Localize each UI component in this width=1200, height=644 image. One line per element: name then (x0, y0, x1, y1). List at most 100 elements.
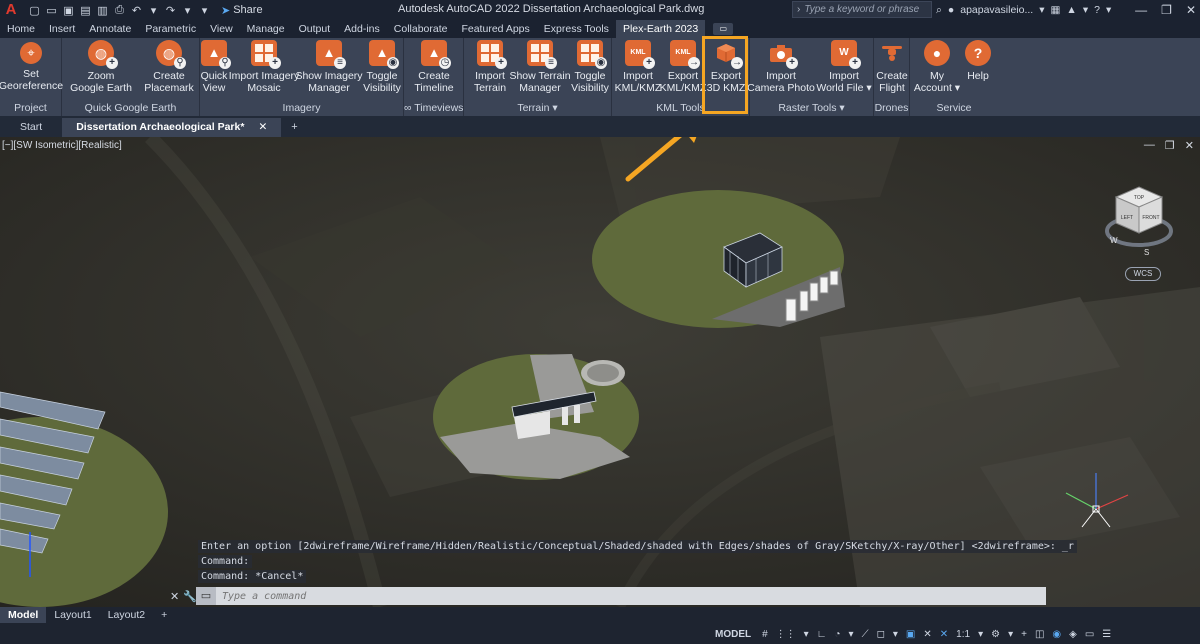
annotation-autoscale-icon[interactable]: ✕ (940, 629, 948, 640)
import-terrain-button[interactable]: + Import Terrain (472, 40, 508, 94)
add-annotation-icon[interactable]: + (1021, 629, 1027, 640)
layout-tab-layout1[interactable]: Layout1 (46, 607, 99, 623)
create-placemark-button[interactable]: ◍ ⚲ Create Placemark (140, 40, 198, 94)
quick-properties-icon[interactable]: ◉ (1052, 629, 1061, 640)
minimize-icon[interactable]: — (1135, 3, 1147, 17)
save-icon[interactable]: ▣ (60, 2, 77, 18)
add-layout-button[interactable]: + (153, 607, 175, 623)
viewport-controls-label[interactable]: [−][SW Isometric][Realistic] (2, 140, 122, 151)
osnap-dropdown-icon[interactable]: ▾ (893, 629, 898, 640)
layout-tab-layout2[interactable]: Layout2 (100, 607, 153, 623)
help-dropdown-icon[interactable]: ▾ (1106, 4, 1111, 16)
panel-title-drones[interactable]: Drones (874, 102, 909, 114)
panel-title-raster-tools[interactable]: Raster Tools ▾ (750, 102, 873, 114)
layout-tab-model[interactable]: Model (0, 607, 47, 623)
undo-dropdown-icon[interactable]: ▾ (145, 2, 162, 18)
save-as-icon[interactable]: ▤ (77, 2, 94, 18)
imagery-toggle-visibility-button[interactable]: ▲ ◉ Toggle Visibility (362, 40, 402, 94)
doc-tab-drawing[interactable]: Dissertation Archaeological Park* ✕ (62, 118, 282, 137)
search-icon[interactable]: ⌕ (936, 4, 942, 17)
isolate-objects-icon[interactable]: ◈ (1069, 629, 1077, 640)
site-upper[interactable] (592, 190, 845, 328)
help-icon-title[interactable]: ? (1094, 4, 1100, 16)
set-georeference-button[interactable]: ⌖ Set Georeference (0, 40, 63, 92)
workspace-gear-icon[interactable]: ⚙ (991, 629, 1000, 640)
tab-output[interactable]: Output (292, 20, 338, 38)
ribbon-minimize-toggle[interactable]: ▭ (713, 23, 734, 35)
polar-dropdown-icon[interactable]: ▾ (849, 629, 854, 640)
user-dropdown-icon[interactable]: ▾ (1039, 4, 1044, 16)
viewcube[interactable]: TOP LEFT FRONT S W (1104, 181, 1174, 264)
tab-parametric[interactable]: Parametric (138, 20, 203, 38)
site-lower[interactable] (433, 354, 639, 480)
import-kml-kmz-button[interactable]: KML + Import KML/KMZ (615, 40, 661, 94)
panel-title-project[interactable]: Project (0, 102, 61, 114)
viewport-close-icon[interactable]: ✕ (1185, 139, 1194, 152)
zoom-google-earth-button[interactable]: ◍ + Zoom Google Earth (68, 40, 134, 94)
polar-icon[interactable]: ◔ (835, 629, 841, 640)
user-name[interactable]: apapavasileio... (960, 4, 1033, 16)
viewport-restore-icon[interactable]: ❐ (1165, 139, 1175, 152)
share-button[interactable]: ➤ Share (221, 4, 263, 17)
panel-title-service[interactable]: Service (910, 102, 998, 114)
selection-cycling-icon[interactable]: ▣ (906, 629, 915, 640)
autodesk-a360-icon[interactable]: ▲ (1066, 4, 1076, 16)
workspace-dropdown-icon[interactable]: ▾ (1008, 629, 1013, 640)
panel-title-quick-google-earth[interactable]: Quick Google Earth (62, 102, 199, 114)
redo-dropdown-icon[interactable]: ▾ (179, 2, 196, 18)
close-tab-icon[interactable]: ✕ (258, 118, 267, 137)
snap-icon[interactable]: ⋮⋮ (776, 629, 796, 640)
autocad-logo-icon[interactable]: A (0, 0, 22, 20)
close-icon[interactable]: ✕ (1186, 3, 1196, 17)
isodraft-icon[interactable]: ⟋ (862, 629, 869, 640)
tab-insert[interactable]: Insert (42, 20, 82, 38)
user-icon[interactable]: ● (948, 4, 954, 16)
ortho-icon[interactable]: ∟ (817, 629, 827, 640)
customize-qat-icon[interactable]: ▾ (196, 2, 213, 18)
annotation-scale-dropdown-icon[interactable]: ▾ (978, 629, 983, 640)
import-world-file-button[interactable]: W + Import World File ▾ (816, 40, 872, 94)
tab-collaborate[interactable]: Collaborate (387, 20, 455, 38)
customization-icon[interactable]: ☰ (1102, 629, 1111, 640)
grid-icon[interactable]: # (762, 629, 768, 640)
show-imagery-manager-button[interactable]: ▲ ≡ Show Imagery Manager (295, 40, 363, 94)
command-prompt-icon[interactable]: ▭ (196, 587, 216, 605)
tab-view[interactable]: View (203, 20, 240, 38)
tab-plex-earth[interactable]: Plex-Earth 2023 (615, 20, 706, 38)
annotation-scale[interactable]: 1:1 (956, 629, 970, 640)
terrain-toggle-visibility-button[interactable]: ◉ Toggle Visibility (570, 40, 610, 94)
customize-command-icon[interactable]: 🔧 (183, 590, 197, 603)
show-terrain-manager-button[interactable]: ≡ Show Terrain Manager (509, 40, 571, 94)
web-save-icon[interactable]: ▥ (94, 2, 111, 18)
search-expand-icon[interactable]: › (797, 4, 800, 15)
help-search-input[interactable]: › Type a keyword or phrase (792, 1, 932, 18)
panel-title-imagery[interactable]: Imagery (200, 102, 403, 114)
import-imagery-mosaic-button[interactable]: + Import Imagery Mosaic (229, 40, 299, 94)
viewport-minimize-icon[interactable]: — (1144, 139, 1155, 152)
doc-tab-start[interactable]: Start (6, 118, 56, 137)
tab-manage[interactable]: Manage (240, 20, 292, 38)
import-camera-photo-button[interactable]: + Import Camera Photo (747, 40, 815, 94)
redo-icon[interactable]: ↷ (162, 2, 179, 18)
osnap-icon[interactable]: ◻ (877, 629, 885, 640)
panel-title-terrain[interactable]: Terrain ▾ (464, 102, 611, 114)
snap-dropdown-icon[interactable]: ▾ (804, 629, 809, 640)
print-icon[interactable]: ⎙ (111, 2, 128, 18)
panel-title-timeviews[interactable]: ∞ Timeviews (404, 102, 463, 114)
clean-screen-icon[interactable]: ▭ (1085, 629, 1094, 640)
my-account-button[interactable]: ● My Account ▾ (914, 40, 960, 94)
tab-home[interactable]: Home (0, 20, 42, 38)
open-icon[interactable]: ▭ (43, 2, 60, 18)
restore-icon[interactable]: ❐ (1161, 3, 1172, 17)
drawing-viewport[interactable]: [−][SW Isometric][Realistic] — ❐ ✕ TOP L… (0, 137, 1200, 607)
wcs-menu[interactable]: WCS (1125, 267, 1161, 281)
model-space-toggle[interactable]: MODEL (712, 629, 754, 640)
create-timeline-button[interactable]: ▲ ◷ Create Timeline (410, 40, 458, 94)
new-tab-button[interactable]: + (291, 118, 297, 137)
tab-express-tools[interactable]: Express Tools (537, 20, 616, 38)
new-icon[interactable]: ▢ (26, 2, 43, 18)
export-kml-kmz-button[interactable]: KML → Export KML/KMZ (660, 40, 706, 94)
a360-dropdown-icon[interactable]: ▾ (1083, 4, 1088, 16)
annotation-visibility-icon[interactable]: ✕ (923, 629, 931, 640)
tab-annotate[interactable]: Annotate (82, 20, 138, 38)
